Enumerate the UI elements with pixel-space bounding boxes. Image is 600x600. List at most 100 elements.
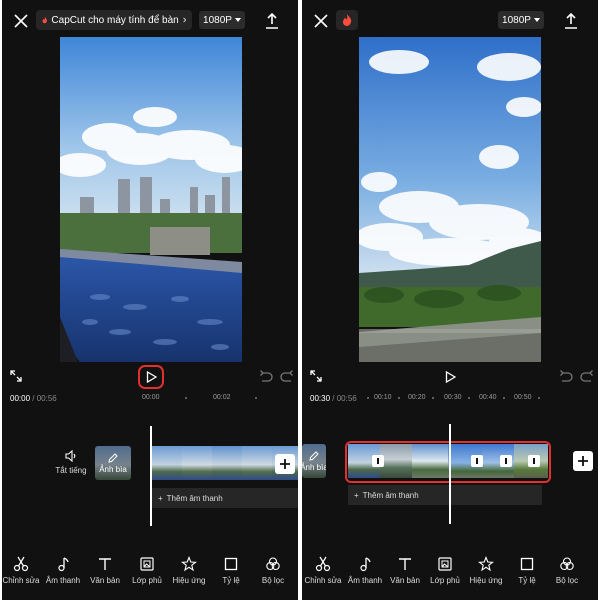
editor-panel-left: CapCut cho máy tính để bàn 1080P 00:00 /… bbox=[2, 0, 298, 600]
pencil-icon bbox=[309, 450, 319, 461]
caret-down-icon bbox=[533, 18, 540, 22]
add-clip-button[interactable] bbox=[275, 454, 295, 474]
tool-ratio[interactable]: Tỷ lệ bbox=[210, 556, 252, 585]
playhead[interactable] bbox=[449, 424, 451, 524]
close-icon bbox=[314, 14, 328, 28]
clip-frame bbox=[182, 446, 212, 480]
time-separator: / bbox=[332, 394, 335, 403]
export-icon bbox=[565, 13, 577, 29]
tool-filters[interactable]: Bộ lọc bbox=[252, 556, 294, 585]
close-button[interactable] bbox=[310, 10, 332, 32]
bottom-toolbar: Chỉnh sửa Âm thanh Văn bản Lớp phủ Hiệu … bbox=[302, 556, 598, 596]
add-audio-button[interactable]: + Thêm âm thanh bbox=[348, 485, 542, 505]
desktop-promo-button[interactable] bbox=[336, 10, 358, 30]
export-button[interactable] bbox=[560, 10, 582, 32]
mute-button[interactable]: Tắt tiếng bbox=[54, 450, 88, 475]
speaker-icon bbox=[65, 450, 76, 462]
tool-label: Tỷ lệ bbox=[518, 576, 536, 585]
add-audio-button[interactable]: + Thêm âm thanh bbox=[152, 488, 298, 508]
cover-shade bbox=[95, 446, 131, 480]
tool-label: Lớp phủ bbox=[430, 576, 460, 585]
tool-label: Chỉnh sửa bbox=[2, 576, 40, 585]
tool-label: Bộ lọc bbox=[261, 576, 285, 585]
cover-button[interactable]: Ảnh bìa bbox=[302, 444, 326, 478]
ruler-dot bbox=[432, 397, 434, 399]
ruler-dot bbox=[538, 397, 540, 399]
effects-star-icon bbox=[478, 556, 494, 572]
play-button[interactable] bbox=[437, 365, 463, 389]
scissors-icon bbox=[315, 556, 331, 572]
add-clip-button[interactable] bbox=[573, 451, 593, 471]
tool-overlay[interactable]: Lớp phủ bbox=[424, 556, 466, 585]
close-button[interactable] bbox=[10, 10, 32, 32]
text-icon bbox=[99, 558, 111, 570]
tool-audio[interactable]: Âm thanh bbox=[42, 556, 84, 585]
ruler-dot bbox=[503, 397, 505, 399]
tool-label: Âm thanh bbox=[347, 576, 383, 585]
redo-icon bbox=[580, 370, 593, 382]
ruler-dot bbox=[367, 397, 369, 399]
export-icon bbox=[266, 13, 278, 29]
overlay-icon bbox=[140, 557, 154, 571]
cover-shade bbox=[302, 444, 326, 478]
playhead[interactable] bbox=[150, 426, 152, 526]
overlay-icon bbox=[438, 557, 452, 571]
time-display: 00:00 / 00:56 bbox=[10, 394, 57, 403]
undo-icon bbox=[260, 370, 273, 382]
fullscreen-button[interactable] bbox=[8, 368, 24, 384]
plus-icon: + bbox=[158, 493, 163, 503]
clip-frame bbox=[212, 446, 242, 480]
total-time: 00:56 bbox=[36, 394, 57, 403]
undo-button[interactable] bbox=[558, 368, 574, 384]
video-preview[interactable] bbox=[359, 37, 541, 362]
preview-image-city-pool bbox=[60, 37, 242, 362]
play-icon bbox=[146, 371, 157, 383]
desktop-promo-button[interactable]: CapCut cho máy tính để bàn bbox=[36, 10, 192, 30]
tool-text[interactable]: Văn bản bbox=[384, 556, 426, 585]
tool-filters[interactable]: Bộ lọc bbox=[546, 556, 588, 585]
ruler-dot bbox=[398, 397, 400, 399]
tool-label: Bộ lọc bbox=[555, 576, 579, 585]
tool-text[interactable]: Văn bản bbox=[84, 556, 126, 585]
tool-ratio[interactable]: Tỷ lệ bbox=[506, 556, 548, 585]
tool-label: Lớp phủ bbox=[132, 576, 162, 585]
tool-edit[interactable]: Chỉnh sửa bbox=[2, 556, 42, 585]
chevron-right-icon bbox=[183, 17, 186, 23]
music-note-icon bbox=[58, 557, 69, 572]
tool-edit[interactable]: Chỉnh sửa bbox=[302, 556, 344, 585]
flame-icon bbox=[42, 16, 47, 24]
resolution-dropdown[interactable]: 1080P bbox=[199, 11, 245, 29]
fullscreen-button[interactable] bbox=[308, 368, 324, 384]
play-icon bbox=[445, 371, 456, 383]
clip-frame bbox=[242, 446, 272, 480]
tool-overlay[interactable]: Lớp phủ bbox=[126, 556, 168, 585]
ruler-dot bbox=[468, 397, 470, 399]
ruler-tick-label: 00:10 bbox=[374, 394, 392, 401]
tool-effects[interactable]: Hiệu ứng bbox=[465, 556, 507, 585]
time-separator: / bbox=[32, 394, 35, 403]
plus-icon: + bbox=[354, 490, 359, 500]
current-time: 00:00 bbox=[10, 394, 31, 403]
tool-audio[interactable]: Âm thanh bbox=[344, 556, 386, 585]
filters-icon bbox=[560, 557, 574, 571]
current-time: 00:30 bbox=[310, 394, 331, 403]
cover-button[interactable]: Ảnh bìa bbox=[95, 446, 131, 480]
tool-effects[interactable]: Hiệu ứng bbox=[168, 556, 210, 585]
cover-label: Ảnh bìa bbox=[302, 462, 326, 472]
redo-button[interactable] bbox=[579, 368, 595, 384]
preview-image-sky-mountains bbox=[359, 37, 541, 362]
tool-label: Văn bản bbox=[390, 576, 420, 585]
resolution-dropdown[interactable]: 1080P bbox=[498, 11, 544, 29]
tool-label: Hiệu ứng bbox=[469, 576, 503, 585]
redo-icon bbox=[280, 370, 293, 382]
tool-label: Tỷ lệ bbox=[222, 576, 240, 585]
export-button[interactable] bbox=[261, 10, 283, 32]
plus-icon bbox=[578, 456, 588, 466]
play-button[interactable] bbox=[138, 365, 164, 389]
filters-icon bbox=[266, 557, 280, 571]
redo-button[interactable] bbox=[279, 368, 295, 384]
video-preview[interactable] bbox=[60, 37, 242, 362]
add-audio-label: Thêm âm thanh bbox=[166, 493, 223, 503]
plus-icon bbox=[280, 459, 290, 469]
undo-button[interactable] bbox=[258, 368, 274, 384]
